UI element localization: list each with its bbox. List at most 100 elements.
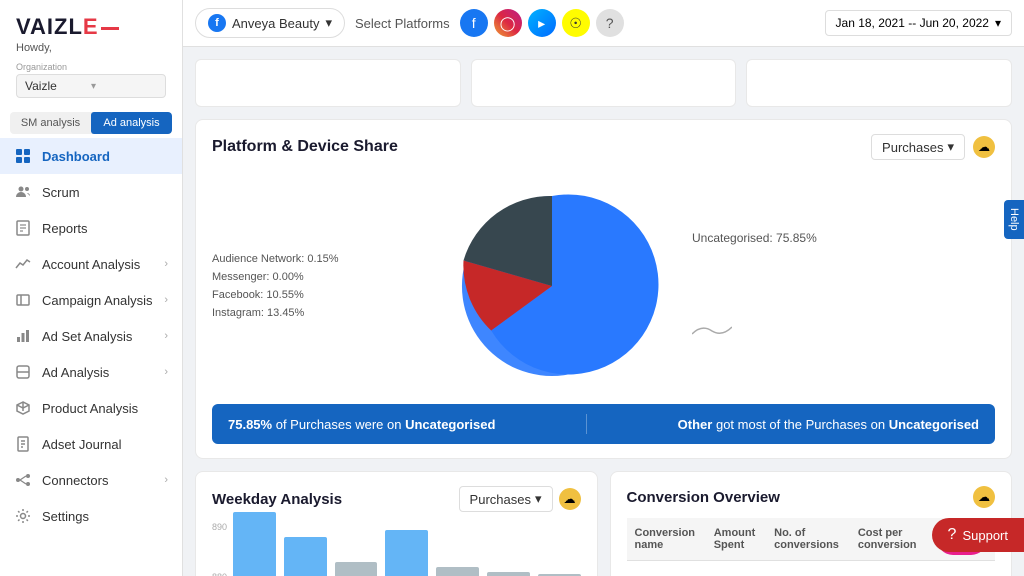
tab-ad-analysis[interactable]: Ad analysis <box>91 112 172 134</box>
insight-bar: 75.85% of Purchases were on Uncategorise… <box>212 404 995 444</box>
uncategorised-label: Uncategorised: 75.85% <box>692 231 817 245</box>
insight-other: Other <box>678 417 713 432</box>
snapchat-platform-icon[interactable]: ☉ <box>562 9 590 37</box>
sidebar-item-label: Adset Journal <box>42 437 122 452</box>
weekday-purchases-label: Purchases <box>470 492 531 507</box>
sidebar-item-label: Dashboard <box>42 149 110 164</box>
stat-card-1 <box>195 59 461 107</box>
sidebar-item-account-analysis[interactable]: Account Analysis › <box>0 246 182 282</box>
org-select[interactable]: Vaizle ▾ <box>16 74 166 98</box>
bar-col-1 <box>233 512 276 576</box>
chevron-right-icon: › <box>164 474 168 486</box>
pie-left-labels: Audience Network: 0.15% Messenger: 0.00%… <box>212 253 412 319</box>
sidebar-nav: Dashboard Scrum Reports Account Analysis… <box>0 138 182 576</box>
weekday-card-header: Weekday Analysis Purchases ▾ ☁ <box>212 486 581 512</box>
purchases-label: Purchases <box>882 140 943 155</box>
bar-col-4 <box>385 530 428 576</box>
chevron-right-icon: › <box>164 294 168 306</box>
platform-chart-title: Platform & Device Share <box>212 138 398 156</box>
purchases-dropdown[interactable]: Purchases ▾ <box>871 134 965 160</box>
insight-pct: 75.85% <box>228 417 272 432</box>
conversion-cloud-icon[interactable]: ☁ <box>973 486 995 508</box>
date-range-picker[interactable]: Jan 18, 2021 -- Jun 20, 2022 ▾ <box>825 10 1012 36</box>
sidebar: VAIZLE Howdy, Organization Vaizle ▾ SM a… <box>0 0 183 576</box>
bar-3 <box>335 562 378 576</box>
journal-icon <box>14 435 32 453</box>
sidebar-item-label: Ad Set Analysis <box>42 329 132 344</box>
ad-icon <box>14 363 32 381</box>
support-button[interactable]: ? Support <box>932 518 1024 552</box>
pie-chart-area: Audience Network: 0.15% Messenger: 0.00%… <box>212 168 995 404</box>
org-label: Organization <box>16 62 166 72</box>
tab-sm-analysis[interactable]: SM analysis <box>10 112 91 134</box>
sidebar-item-label: Campaign Analysis <box>42 293 153 308</box>
sidebar-logo-area: VAIZLE Howdy, Organization Vaizle ▾ <box>0 0 182 104</box>
sidebar-item-label: Account Analysis <box>42 257 140 272</box>
sidebar-item-adset-journal[interactable]: Adset Journal <box>0 426 182 462</box>
platform-icons: f ◯ ▸ ☉ ? <box>460 9 624 37</box>
bar-1 <box>233 512 276 576</box>
sidebar-item-label: Settings <box>42 509 89 524</box>
messenger-platform-icon[interactable]: ▸ <box>528 9 556 37</box>
sidebar-item-scrum[interactable]: Scrum <box>0 174 182 210</box>
facebook-platform-icon[interactable]: f <box>460 9 488 37</box>
chart-icon <box>14 255 32 273</box>
sidebar-item-product-analysis[interactable]: Product Analysis <box>0 390 182 426</box>
content-area: Platform & Device Share Purchases ▾ ☁ Au… <box>183 47 1024 576</box>
insight-left: 75.85% of Purchases were on Uncategorise… <box>228 417 495 432</box>
weekday-purchases-dropdown[interactable]: Purchases ▾ <box>459 486 553 512</box>
col-amount-spent: Amount Spent <box>706 518 766 561</box>
bar-col-5 <box>436 567 479 576</box>
insight-left-text: of Purchases were on <box>276 417 405 432</box>
sidebar-item-label: Connectors <box>42 473 108 488</box>
sidebar-item-ad-analysis[interactable]: Ad Analysis › <box>0 354 182 390</box>
connector-icon <box>14 471 32 489</box>
bar-col-6 <box>487 572 530 576</box>
account-chevron-icon: ▾ <box>325 15 332 31</box>
settings-icon <box>14 507 32 525</box>
pie-right-label: Uncategorised: 75.85% <box>692 231 995 342</box>
howdy-text: Howdy, <box>16 42 166 54</box>
org-name: Vaizle <box>25 79 91 93</box>
support-label: Support <box>962 528 1008 543</box>
campaign-icon <box>14 291 32 309</box>
instagram-platform-icon[interactable]: ◯ <box>494 9 522 37</box>
cloud-download-icon[interactable]: ☁ <box>973 136 995 158</box>
sidebar-item-reports[interactable]: Reports <box>0 210 182 246</box>
weekday-analysis-card: Weekday Analysis Purchases ▾ ☁ 890 880 <box>195 471 598 576</box>
sidebar-item-adset-analysis[interactable]: Ad Set Analysis › <box>0 318 182 354</box>
purchases-chevron-icon: ▾ <box>947 139 954 155</box>
sidebar-item-settings[interactable]: Settings <box>0 498 182 534</box>
sidebar-item-dashboard[interactable]: Dashboard <box>0 138 182 174</box>
col-cost-per-conversion: Cost per conversion <box>850 518 929 561</box>
insight-divider <box>586 414 587 434</box>
pie-label-facebook: Facebook: 10.55% <box>212 289 412 301</box>
col-num-conversions: No. of conversions <box>766 518 850 561</box>
bar-4 <box>385 530 428 576</box>
analysis-tabs: SM analysis Ad analysis <box>10 112 172 134</box>
bar-2 <box>284 537 327 576</box>
y-label-low: 880 <box>212 572 227 576</box>
sidebar-item-label: Reports <box>42 221 88 236</box>
sidebar-item-campaign-analysis[interactable]: Campaign Analysis › <box>0 282 182 318</box>
account-select[interactable]: f Anveya Beauty ▾ <box>195 8 345 38</box>
sidebar-item-connectors[interactable]: Connectors › <box>0 462 182 498</box>
support-icon: ? <box>948 526 957 544</box>
pie-chart <box>442 176 662 396</box>
select-platforms-label: Select Platforms <box>355 16 450 31</box>
grid-icon <box>14 147 32 165</box>
logo-dash <box>101 27 119 30</box>
help-tab[interactable]: Help <box>1004 200 1024 239</box>
sidebar-item-label: Product Analysis <box>42 401 138 416</box>
weekday-cloud-icon[interactable]: ☁ <box>559 488 581 510</box>
conversion-title: Conversion Overview <box>627 489 780 506</box>
bar-6 <box>487 572 530 576</box>
insight-right-platform: Uncategorised <box>889 417 979 432</box>
sidebar-item-label: Scrum <box>42 185 80 200</box>
y-label-high: 890 <box>212 522 227 532</box>
logo-accent: E <box>83 14 99 39</box>
help-platform-icon[interactable]: ? <box>596 9 624 37</box>
y-axis-labels: 890 880 <box>212 522 233 576</box>
users-icon <box>14 183 32 201</box>
date-range-chevron-icon: ▾ <box>995 16 1001 30</box>
